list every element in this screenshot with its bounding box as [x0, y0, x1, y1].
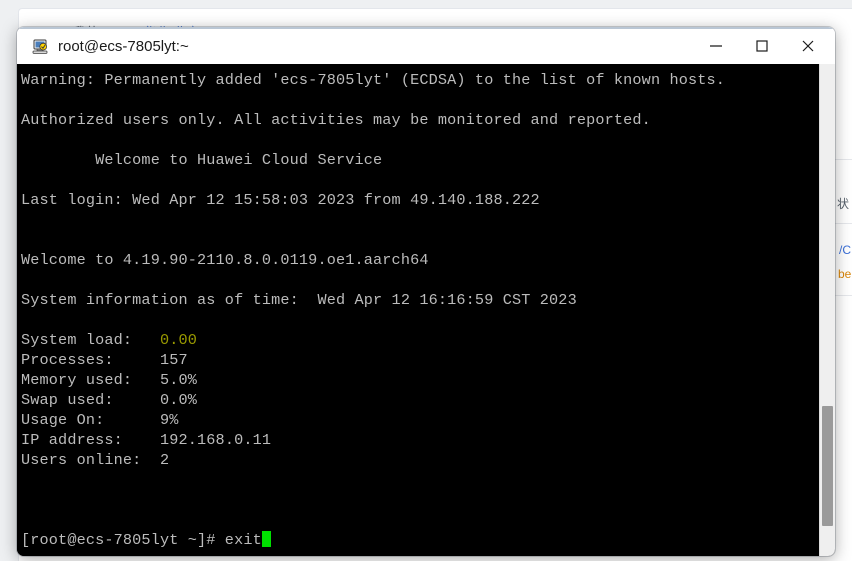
close-button[interactable] [785, 29, 831, 62]
terminal-line: Authorized users only. All activities ma… [21, 111, 651, 129]
close-icon [802, 40, 814, 51]
sysinfo-value: 0.00 [159, 331, 198, 349]
terminal-window[interactable]: root@ecs-7805lyt:~ Warning: Permanently … [17, 27, 835, 556]
terminal-cursor [261, 531, 271, 547]
sysinfo-value: 2 [159, 451, 170, 469]
terminal-scrollbar-thumb[interactable] [822, 405, 833, 527]
sysinfo-row: Processes: 157 [21, 350, 819, 370]
terminal-line: Warning: Permanently added 'ecs-7805lyt'… [21, 71, 726, 89]
sysinfo-value: 9% [159, 411, 179, 429]
sysinfo-value: 192.168.0.11 [159, 431, 272, 449]
sysinfo-label: Users online: [21, 451, 160, 469]
terminal-line: Welcome to Huawei Cloud Service [21, 151, 383, 169]
terminal-area[interactable]: Warning: Permanently added 'ecs-7805lyt'… [17, 64, 835, 556]
background-text-fragment: be [838, 267, 852, 281]
sysinfo-row: Memory used: 5.0% [21, 370, 819, 390]
maximize-button[interactable] [739, 29, 785, 62]
terminal-screen[interactable]: Warning: Permanently added 'ecs-7805lyt'… [17, 64, 819, 556]
sysinfo-label: Processes: [21, 351, 160, 369]
background-text-fragment: /C [839, 243, 851, 257]
window-controls [693, 29, 831, 62]
minimize-icon [710, 44, 722, 47]
sysinfo-value: 157 [159, 351, 188, 369]
sysinfo-label: Usage On: [21, 411, 160, 429]
sysinfo-row: Swap used: 0.0% [21, 390, 819, 410]
sysinfo-value: 0.0% [159, 391, 198, 409]
sysinfo-label: IP address: [21, 431, 160, 449]
sysinfo-label: Memory used: [21, 371, 160, 389]
terminal-line: System information as of time: Wed Apr 1… [21, 291, 577, 309]
terminal-output: Warning: Permanently added 'ecs-7805lyt'… [21, 70, 819, 550]
sysinfo-label: System load: [21, 331, 160, 349]
terminal-prompt-line: [root@ecs-7805lyt ~]# exit [21, 530, 819, 550]
sysinfo-label: Swap used: [21, 391, 160, 409]
window-title: root@ecs-7805lyt:~ [58, 38, 189, 55]
sysinfo-value: 5.0% [159, 371, 198, 389]
sysinfo-row: Usage On: 9% [21, 410, 819, 430]
terminal-prompt-text: [root@ecs-7805lyt ~]# exit [21, 531, 262, 549]
maximize-icon [756, 39, 768, 52]
window-titlebar[interactable]: root@ecs-7805lyt:~ [17, 27, 835, 64]
terminal-scrollbar[interactable] [819, 64, 835, 556]
sysinfo-row: System load: 0.00 [21, 330, 819, 350]
sysinfo-row: IP address: 192.168.0.11 [21, 430, 819, 450]
terminal-line: Welcome to 4.19.90-2110.8.0.0119.oe1.aar… [21, 251, 429, 269]
minimize-button[interactable] [693, 29, 739, 62]
terminal-line: Last login: Wed Apr 12 15:58:03 2023 fro… [21, 191, 540, 209]
sysinfo-row: Users online: 2 [21, 450, 819, 470]
putty-computer-icon [31, 38, 49, 56]
background-text-fragment: 状 [837, 197, 850, 211]
